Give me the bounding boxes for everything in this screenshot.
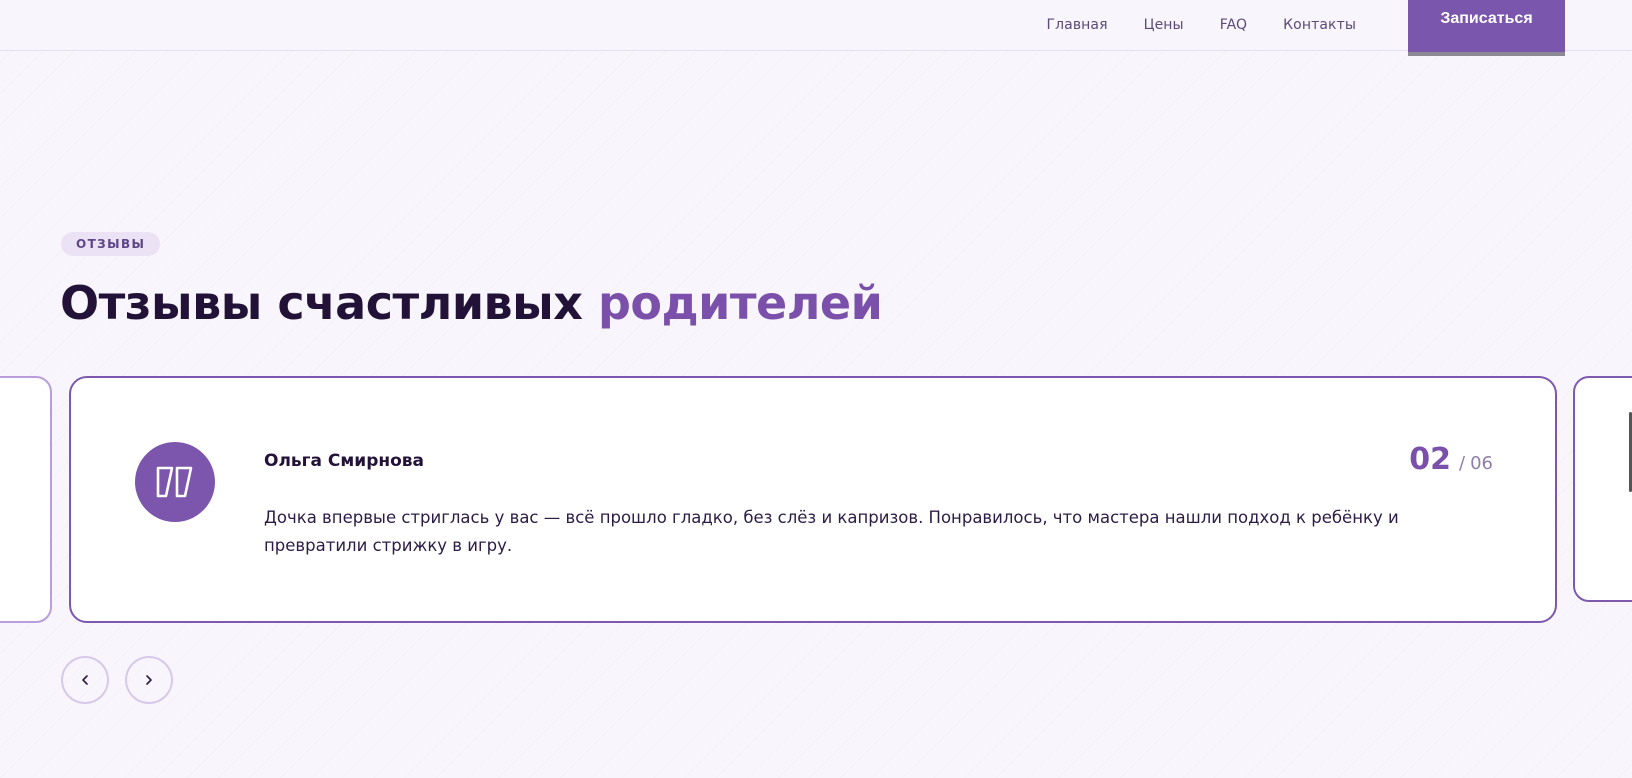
previous-review-card[interactable] [0,376,52,623]
top-navbar: Главная Цены FAQ Контакты [0,0,1632,51]
review-counter: 02 / 06 [1409,442,1493,477]
signup-button[interactable]: Записаться [1408,0,1565,56]
nav-link-faq[interactable]: FAQ [1220,17,1247,33]
section-title-accent: родителей [597,276,883,330]
section-badge: ОТЗЫВЫ [61,232,161,256]
quote-icon [135,442,215,522]
review-text: Дочка впервые стриглась у вас — всё прош… [264,508,1399,555]
chevron-right-icon [146,675,152,685]
section-title: Отзывы счастливых родителей [60,276,883,330]
review-author: Ольга Смирнова [264,451,425,471]
main-nav: Главная Цены FAQ Контакты [1046,0,1392,51]
next-button[interactable] [125,656,173,704]
nav-link-prices[interactable]: Цены [1144,17,1184,33]
nav-link-home[interactable]: Главная [1046,17,1107,33]
review-counter-separator: / [1459,453,1466,474]
nav-link-contacts[interactable]: Контакты [1283,17,1356,33]
next-review-card[interactable] [1573,376,1632,602]
prev-button[interactable] [61,656,109,704]
review-card: Ольга Смирнова 02 / 06 Дочка впервые стр… [69,376,1557,623]
section-title-main: Отзывы счастливых [60,276,598,330]
chevron-left-icon [82,675,88,685]
review-counter-total: 06 [1470,453,1493,474]
review-counter-current: 02 [1409,442,1452,477]
